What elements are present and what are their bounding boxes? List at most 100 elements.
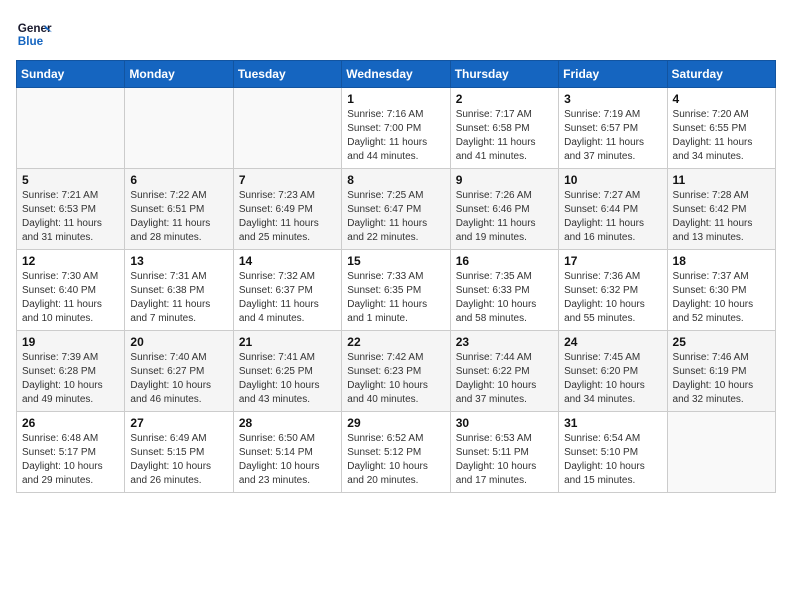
day-info: Sunrise: 6:48 AM Sunset: 5:17 PM Dayligh… xyxy=(22,432,119,488)
calendar-cell: 14Sunrise: 7:32 AM Sunset: 6:37 PM Dayli… xyxy=(233,250,341,331)
calendar-cell: 7Sunrise: 7:23 AM Sunset: 6:49 PM Daylig… xyxy=(233,169,341,250)
day-info: Sunrise: 7:21 AM Sunset: 6:53 PM Dayligh… xyxy=(22,189,119,245)
calendar-week-row: 5 Sunrise: 7:21 AM Sunset: 6:53 PM Daylig… xyxy=(17,169,776,250)
day-number: 2 xyxy=(456,92,553,106)
calendar-cell xyxy=(233,88,341,169)
day-number: 20 xyxy=(130,335,227,349)
weekday-header-row: SundayMondayTuesdayWednesdayThursdayFrid… xyxy=(17,61,776,88)
day-info: Sunrise: 7:30 AM Sunset: 6:40 PM Dayligh… xyxy=(22,270,119,326)
calendar-cell: 30 Sunrise: 6:53 AM Sunset: 5:11 PM Dayli… xyxy=(450,412,558,493)
calendar-cell: 11 Sunrise: 7:28 AM Sunset: 6:42 PM Dayli… xyxy=(667,169,775,250)
day-info: Sunrise: 6:53 AM Sunset: 5:11 PM Dayligh… xyxy=(456,432,553,488)
day-info: Sunrise: 6:49 AM Sunset: 5:15 PM Dayligh… xyxy=(130,432,227,488)
day-number: 6 xyxy=(130,173,227,187)
logo: General Blue xyxy=(16,16,56,52)
calendar-cell xyxy=(667,412,775,493)
day-number: 8 xyxy=(347,173,444,187)
day-number: 22 xyxy=(347,335,444,349)
day-info: Sunrise: 7:41 AM Sunset: 6:25 PM Dayligh… xyxy=(239,351,336,407)
day-number: 23 xyxy=(456,335,553,349)
weekday-header: Friday xyxy=(559,61,667,88)
day-number: 11 xyxy=(673,173,770,187)
day-number: 18 xyxy=(673,254,770,268)
calendar-cell: 20 Sunrise: 7:40 AM Sunset: 6:27 PM Dayli… xyxy=(125,331,233,412)
weekday-header: Thursday xyxy=(450,61,558,88)
day-number: 16 xyxy=(456,254,553,268)
day-info: Sunrise: 7:22 AM Sunset: 6:51 PM Dayligh… xyxy=(130,189,227,245)
calendar-cell xyxy=(17,88,125,169)
day-info: Sunrise: 7:28 AM Sunset: 6:42 PM Dayligh… xyxy=(673,189,770,245)
day-number: 17 xyxy=(564,254,661,268)
svg-text:Blue: Blue xyxy=(18,35,44,48)
calendar-cell: 27 Sunrise: 6:49 AM Sunset: 5:15 PM Dayli… xyxy=(125,412,233,493)
day-number: 1 xyxy=(347,92,444,106)
day-info: Sunrise: 7:46 AM Sunset: 6:19 PM Dayligh… xyxy=(673,351,770,407)
day-number: 24 xyxy=(564,335,661,349)
day-info: Sunrise: 7:27 AM Sunset: 6:44 PM Dayligh… xyxy=(564,189,661,245)
calendar-cell: 25 Sunrise: 7:46 AM Sunset: 6:19 PM Dayli… xyxy=(667,331,775,412)
day-info: Sunrise: 7:42 AM Sunset: 6:23 PM Dayligh… xyxy=(347,351,444,407)
day-number: 19 xyxy=(22,335,119,349)
day-number: 15 xyxy=(347,254,444,268)
day-info: Sunrise: 7:17 AM Sunset: 6:58 PM Dayligh… xyxy=(456,108,553,164)
weekday-header: Tuesday xyxy=(233,61,341,88)
day-info: Sunrise: 7:40 AM Sunset: 6:27 PM Dayligh… xyxy=(130,351,227,407)
weekday-header: Monday xyxy=(125,61,233,88)
calendar-cell: 22 Sunrise: 7:42 AM Sunset: 6:23 PM Dayli… xyxy=(342,331,450,412)
calendar-cell: 4Sunrise: 7:20 AM Sunset: 6:55 PM Daylig… xyxy=(667,88,775,169)
day-number: 12 xyxy=(22,254,119,268)
calendar-week-row: 19Sunrise: 7:39 AM Sunset: 6:28 PM Dayli… xyxy=(17,331,776,412)
calendar-week-row: 1 Sunrise: 7:16 AM Sunset: 7:00 PM Daylig… xyxy=(17,88,776,169)
day-number: 27 xyxy=(130,416,227,430)
day-info: Sunrise: 7:31 AM Sunset: 6:38 PM Dayligh… xyxy=(130,270,227,326)
day-info: Sunrise: 7:19 AM Sunset: 6:57 PM Dayligh… xyxy=(564,108,661,164)
day-number: 29 xyxy=(347,416,444,430)
day-number: 21 xyxy=(239,335,336,349)
day-number: 26 xyxy=(22,416,119,430)
day-info: Sunrise: 7:23 AM Sunset: 6:49 PM Dayligh… xyxy=(239,189,336,245)
calendar-cell: 17 Sunrise: 7:36 AM Sunset: 6:32 PM Dayli… xyxy=(559,250,667,331)
calendar-cell: 1 Sunrise: 7:16 AM Sunset: 7:00 PM Daylig… xyxy=(342,88,450,169)
day-info: Sunrise: 7:44 AM Sunset: 6:22 PM Dayligh… xyxy=(456,351,553,407)
calendar-cell: 19Sunrise: 7:39 AM Sunset: 6:28 PM Dayli… xyxy=(17,331,125,412)
day-number: 28 xyxy=(239,416,336,430)
calendar-cell: 29 Sunrise: 6:52 AM Sunset: 5:12 PM Dayli… xyxy=(342,412,450,493)
day-number: 31 xyxy=(564,416,661,430)
calendar-week-row: 26 Sunrise: 6:48 AM Sunset: 5:17 PM Dayli… xyxy=(17,412,776,493)
calendar-cell: 10 Sunrise: 7:27 AM Sunset: 6:44 PM Dayli… xyxy=(559,169,667,250)
day-info: Sunrise: 6:52 AM Sunset: 5:12 PM Dayligh… xyxy=(347,432,444,488)
calendar-cell: 23 Sunrise: 7:44 AM Sunset: 6:22 PM Dayli… xyxy=(450,331,558,412)
day-info: Sunrise: 7:26 AM Sunset: 6:46 PM Dayligh… xyxy=(456,189,553,245)
calendar-cell: 24 Sunrise: 7:45 AM Sunset: 6:20 PM Dayli… xyxy=(559,331,667,412)
calendar-cell: 5 Sunrise: 7:21 AM Sunset: 6:53 PM Daylig… xyxy=(17,169,125,250)
calendar-cell: 21 Sunrise: 7:41 AM Sunset: 6:25 PM Dayli… xyxy=(233,331,341,412)
day-info: Sunrise: 7:16 AM Sunset: 7:00 PM Dayligh… xyxy=(347,108,444,164)
calendar-cell: 15 Sunrise: 7:33 AM Sunset: 6:35 PM Dayli… xyxy=(342,250,450,331)
calendar-cell: 6 Sunrise: 7:22 AM Sunset: 6:51 PM Daylig… xyxy=(125,169,233,250)
calendar: SundayMondayTuesdayWednesdayThursdayFrid… xyxy=(16,60,776,493)
day-info: Sunrise: 7:20 AM Sunset: 6:55 PM Dayligh… xyxy=(673,108,770,164)
day-number: 25 xyxy=(673,335,770,349)
calendar-cell: 8Sunrise: 7:25 AM Sunset: 6:47 PM Daylig… xyxy=(342,169,450,250)
calendar-cell: 2 Sunrise: 7:17 AM Sunset: 6:58 PM Daylig… xyxy=(450,88,558,169)
day-info: Sunrise: 7:35 AM Sunset: 6:33 PM Dayligh… xyxy=(456,270,553,326)
day-number: 9 xyxy=(456,173,553,187)
calendar-cell: 3Sunrise: 7:19 AM Sunset: 6:57 PM Daylig… xyxy=(559,88,667,169)
weekday-header: Wednesday xyxy=(342,61,450,88)
day-info: Sunrise: 6:54 AM Sunset: 5:10 PM Dayligh… xyxy=(564,432,661,488)
day-number: 5 xyxy=(22,173,119,187)
header: General Blue xyxy=(16,16,776,52)
calendar-week-row: 12 Sunrise: 7:30 AM Sunset: 6:40 PM Dayli… xyxy=(17,250,776,331)
day-info: Sunrise: 7:36 AM Sunset: 6:32 PM Dayligh… xyxy=(564,270,661,326)
day-number: 30 xyxy=(456,416,553,430)
calendar-cell: 13 Sunrise: 7:31 AM Sunset: 6:38 PM Dayli… xyxy=(125,250,233,331)
day-number: 13 xyxy=(130,254,227,268)
day-info: Sunrise: 7:33 AM Sunset: 6:35 PM Dayligh… xyxy=(347,270,444,326)
calendar-cell: 18Sunrise: 7:37 AM Sunset: 6:30 PM Dayli… xyxy=(667,250,775,331)
calendar-cell xyxy=(125,88,233,169)
day-info: Sunrise: 7:32 AM Sunset: 6:37 PM Dayligh… xyxy=(239,270,336,326)
day-info: Sunrise: 7:45 AM Sunset: 6:20 PM Dayligh… xyxy=(564,351,661,407)
calendar-cell: 12 Sunrise: 7:30 AM Sunset: 6:40 PM Dayli… xyxy=(17,250,125,331)
weekday-header: Saturday xyxy=(667,61,775,88)
day-number: 10 xyxy=(564,173,661,187)
